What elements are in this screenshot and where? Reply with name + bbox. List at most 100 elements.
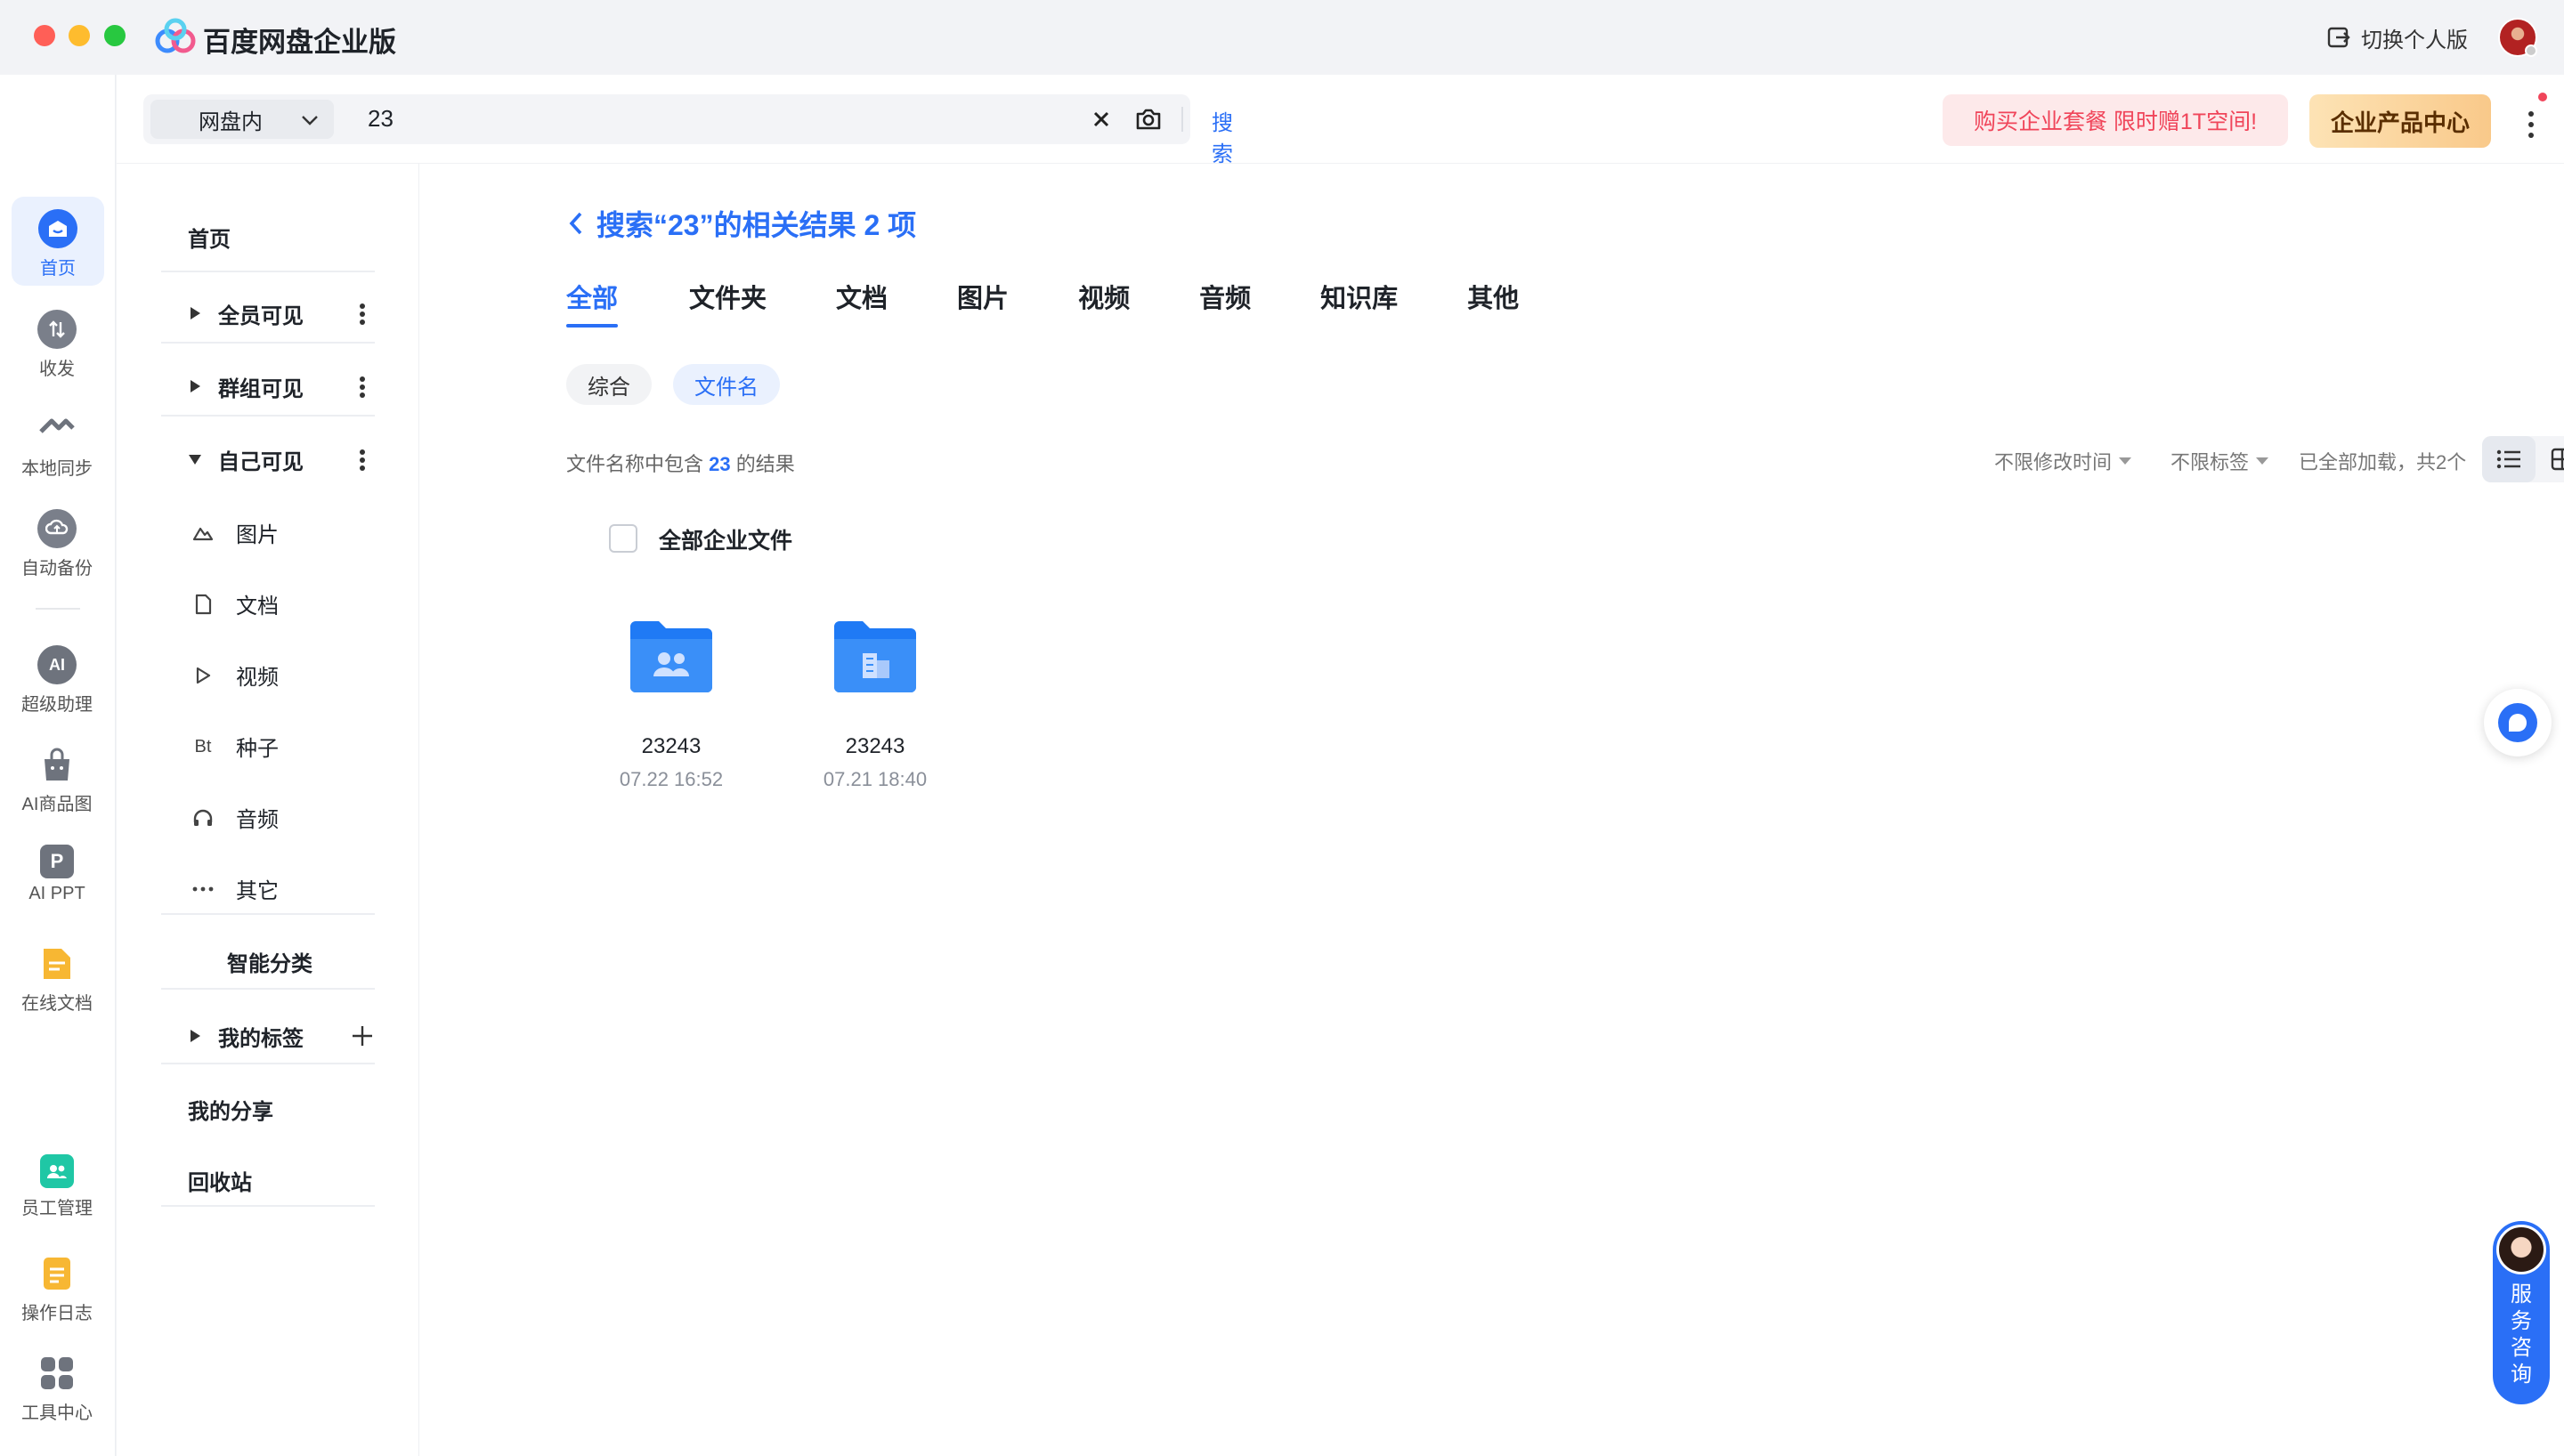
online-doc-icon: [37, 944, 77, 983]
rail-item-backup[interactable]: 自动备份: [0, 509, 114, 579]
rail-item-staff[interactable]: 员工管理: [0, 1154, 114, 1219]
nav-my-tags[interactable]: 我的标签: [161, 1009, 375, 1063]
maximize-window-button[interactable]: [104, 25, 126, 46]
rail-divider: [36, 608, 80, 610]
close-window-button[interactable]: [34, 25, 55, 46]
more-vertical-icon[interactable]: [359, 303, 366, 326]
rail-label: AI商品图: [21, 795, 93, 814]
tools-icon: [37, 1354, 77, 1393]
camera-icon[interactable]: [1135, 107, 1162, 132]
search-scope-select[interactable]: 网盘内: [150, 100, 334, 139]
rail-label: 首页: [40, 259, 76, 279]
nav-type-other[interactable]: 其它: [161, 861, 375, 915]
filter-tags[interactable]: 不限标签: [2170, 447, 2269, 475]
shared-folder-icon: [630, 621, 712, 692]
nav-label: 我的标签: [218, 1026, 304, 1051]
service-agent-avatar: [2496, 1225, 2546, 1274]
rail-item-log[interactable]: 操作日志: [0, 1254, 114, 1324]
tab-audio[interactable]: 音频: [1199, 278, 1251, 328]
top-bar: 网盘内 23 搜索 购买企业套餐 限时赠1T空间! 企业产品中心: [117, 75, 2564, 166]
main-panel: 网盘内 23 搜索 购买企业套餐 限时赠1T空间! 企业产品中心 首页 全员可见…: [117, 75, 2564, 1456]
search-input[interactable]: 23: [368, 105, 394, 133]
product-center-button[interactable]: 企业产品中心: [2309, 94, 2491, 148]
result-type-tabs: 全部 文件夹 文档 图片 视频 音频 知识库 其他: [566, 278, 1519, 328]
nav-divider: [161, 342, 375, 344]
nav-label: 图片: [236, 522, 279, 547]
nav-my-share[interactable]: 我的分享: [161, 1082, 375, 1136]
rail-label: 操作日志: [21, 1304, 93, 1323]
more-dots-icon: [191, 878, 215, 901]
nav-label: 首页: [188, 227, 231, 252]
tab-folders[interactable]: 文件夹: [689, 278, 767, 328]
app-rail: 首页 收发 本地同步 自动备份 AI 超级助理 AI商品图 P AI PPT 在…: [0, 75, 116, 1456]
tab-knowledge-base[interactable]: 知识库: [1320, 278, 1398, 328]
nav-divider: [161, 1205, 375, 1207]
tab-all[interactable]: 全部: [566, 278, 619, 328]
image-icon: [191, 522, 215, 545]
nav-type-audio[interactable]: 音频: [161, 790, 375, 844]
filter-modified-time[interactable]: 不限修改时间: [1994, 447, 2132, 475]
search-scope-label: 网盘内: [199, 109, 263, 134]
tab-documents[interactable]: 文档: [836, 278, 888, 328]
rail-item-sync[interactable]: 本地同步: [0, 409, 114, 480]
rail-item-ai-assistant[interactable]: AI 超级助理: [0, 645, 114, 716]
count-suffix: 的结果: [735, 453, 795, 475]
nav-divider: [161, 988, 375, 990]
nav-recycle-bin[interactable]: 回收站: [161, 1153, 375, 1207]
chip-filename[interactable]: 文件名: [673, 364, 780, 405]
rail-item-home[interactable]: 首页: [12, 197, 104, 286]
back-to-results-button[interactable]: 搜索“23”的相关结果 2 项: [566, 203, 916, 244]
nav-type-document[interactable]: 文档: [161, 577, 375, 630]
rail-item-tools[interactable]: 工具中心: [0, 1354, 114, 1424]
tab-other[interactable]: 其他: [1467, 278, 1519, 328]
nav-label: 文档: [236, 594, 279, 619]
rail-item-ai-ppt[interactable]: P AI PPT: [0, 845, 114, 904]
list-view-button[interactable]: [2482, 436, 2536, 482]
floating-assistant-button[interactable]: [2484, 689, 2552, 756]
rail-item-ai-product-image[interactable]: AI商品图: [0, 745, 114, 815]
rail-label: 超级助理: [21, 695, 93, 715]
nav-all-visible[interactable]: 全员可见: [161, 287, 375, 340]
nav-divider: [161, 271, 375, 272]
switch-personal-button[interactable]: 切换个人版: [2325, 20, 2468, 55]
log-icon: [37, 1254, 77, 1293]
sort-chips: 综合 文件名: [566, 364, 780, 405]
clear-search-icon[interactable]: [1091, 109, 1112, 130]
more-menu-icon[interactable]: [2520, 107, 2542, 142]
search-results-area: 搜索“23”的相关结果 2 项 全部 文件夹 文档 图片 视频 音频 知识库 其…: [420, 164, 2564, 1456]
nav-type-image[interactable]: 图片: [161, 506, 375, 559]
filter-label: 不限标签: [2170, 451, 2250, 473]
buy-package-banner[interactable]: 购买企业套餐 限时赠1T空间!: [1943, 94, 2288, 146]
select-all-checkbox[interactable]: [609, 524, 637, 553]
video-icon: [191, 664, 215, 687]
transfer-icon: [37, 310, 77, 349]
nav-divider: [161, 1063, 375, 1064]
rail-item-online-doc[interactable]: 在线文档: [0, 944, 114, 1015]
more-vertical-icon[interactable]: [359, 376, 366, 399]
nav-self-visible[interactable]: 自己可见: [161, 433, 375, 486]
tab-images[interactable]: 图片: [957, 278, 1009, 328]
all-files-label: 全部企业文件: [659, 529, 793, 554]
file-card[interactable]: 23243 07.21 18:40: [795, 618, 955, 791]
more-vertical-icon[interactable]: [359, 449, 366, 472]
grid-view-button[interactable]: [2536, 436, 2564, 482]
search-box: 网盘内 23 搜索: [143, 94, 1233, 166]
nav-label: 音频: [236, 807, 279, 832]
nav-group-visible[interactable]: 群组可见: [161, 360, 375, 413]
service-label-text: 服务咨询: [2511, 1282, 2532, 1387]
chip-comprehensive[interactable]: 综合: [566, 364, 652, 405]
tab-videos[interactable]: 视频: [1078, 278, 1130, 328]
nav-smart-category[interactable]: 智能分类: [161, 934, 375, 988]
minimize-window-button[interactable]: [69, 25, 90, 46]
rail-label: 在线文档: [21, 994, 93, 1014]
nav-type-video[interactable]: 视频: [161, 648, 375, 701]
file-card[interactable]: 23243 07.22 16:52: [591, 618, 751, 791]
rail-item-transfer[interactable]: 收发: [0, 310, 114, 380]
switch-icon: [2327, 27, 2350, 48]
add-tag-icon[interactable]: [350, 1023, 375, 1048]
search-button[interactable]: 搜索: [1212, 105, 1233, 167]
ai-ppt-icon: P: [40, 845, 74, 878]
nav-home[interactable]: 首页: [161, 210, 375, 263]
rail-label: 员工管理: [21, 1199, 93, 1218]
nav-type-torrent[interactable]: Bt 种子: [161, 719, 375, 772]
